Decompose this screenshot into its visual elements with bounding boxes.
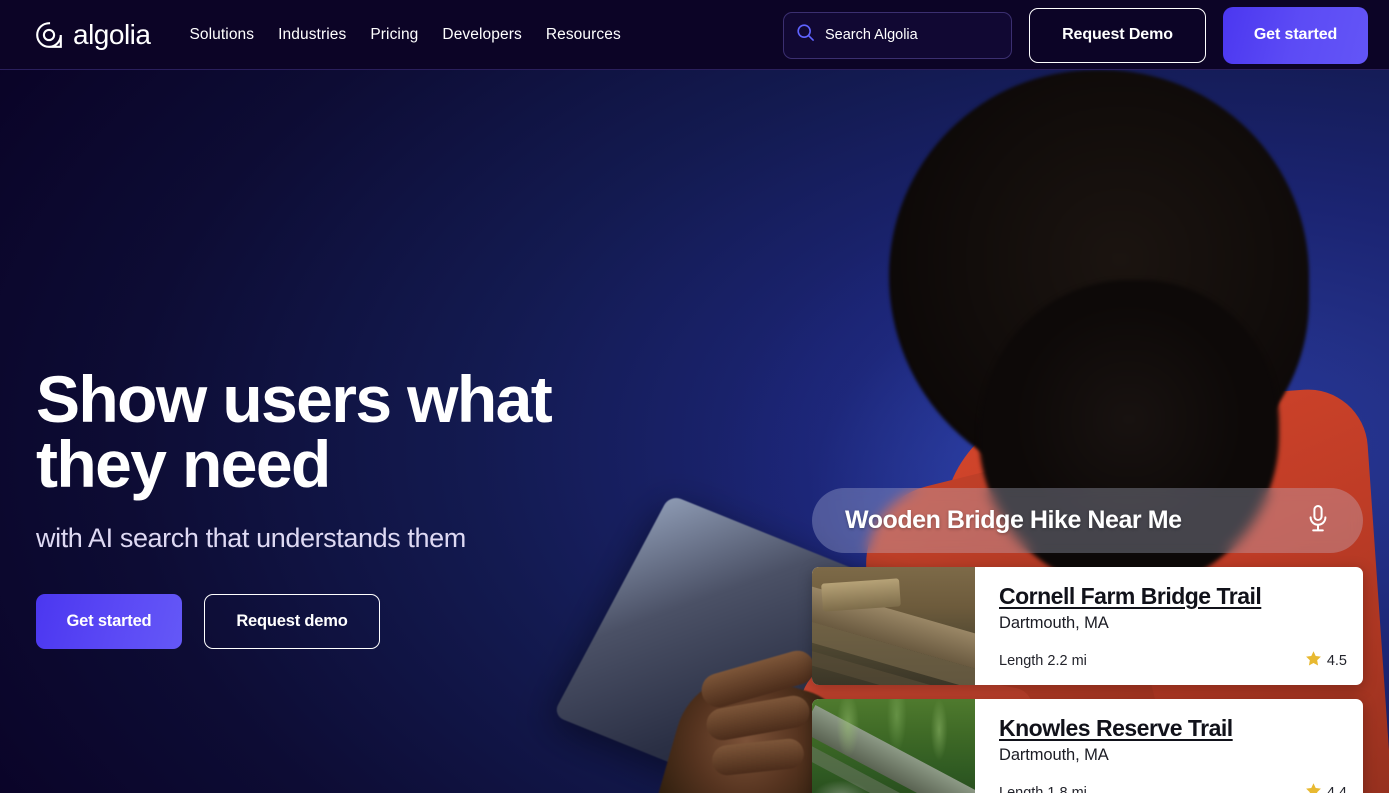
hero-headline: Show users what they need <box>36 362 553 502</box>
result-rating-value: 4.5 <box>1326 653 1347 669</box>
result-rating: 4.4 <box>1305 782 1347 793</box>
nav-item-solutions[interactable]: Solutions <box>189 27 254 43</box>
result-meta: Length 2.2 mi 4.5 <box>999 650 1347 672</box>
result-rating: 4.5 <box>1305 650 1347 672</box>
result-details: Knowles Reserve Trail Dartmouth, MA Leng… <box>975 699 1363 793</box>
star-icon <box>1305 782 1322 793</box>
result-title[interactable]: Knowles Reserve Trail <box>999 715 1233 742</box>
result-title[interactable]: Cornell Farm Bridge Trail <box>999 583 1262 610</box>
result-thumbnail <box>812 699 975 793</box>
site-header: algolia Solutions Industries Pricing Dev… <box>0 0 1389 70</box>
search-demo-widget: Wooden Bridge Hike Near Me Cornell Farm … <box>812 488 1363 793</box>
result-length: Length 2.2 mi <box>999 653 1087 669</box>
header-actions: Request Demo Get started <box>783 0 1389 70</box>
nav-item-industries[interactable]: Industries <box>278 27 346 43</box>
hero-section: Show users what they need with AI search… <box>0 70 1389 793</box>
result-thumbnail <box>812 567 975 685</box>
microphone-button[interactable] <box>1301 504 1335 538</box>
microphone-icon <box>1306 504 1330 537</box>
hero-cta-row: Get started Request demo <box>36 593 596 649</box>
primary-nav: Solutions Industries Pricing Developers … <box>189 27 620 43</box>
hero-copy: Show users what they need with AI search… <box>36 362 596 649</box>
result-location: Dartmouth, MA <box>999 746 1109 764</box>
search-result-card[interactable]: Cornell Farm Bridge Trail Dartmouth, MA … <box>812 567 1363 685</box>
result-details: Cornell Farm Bridge Trail Dartmouth, MA … <box>975 567 1363 685</box>
hero-subheadline: with AI search that understands them <box>36 522 466 553</box>
voice-search-bar[interactable]: Wooden Bridge Hike Near Me <box>812 488 1363 553</box>
search-result-card[interactable]: Knowles Reserve Trail Dartmouth, MA Leng… <box>812 699 1363 793</box>
header-get-started-button[interactable]: Get started <box>1223 6 1368 64</box>
nav-item-pricing[interactable]: Pricing <box>370 27 418 43</box>
algolia-logo-mark <box>34 20 64 50</box>
hero-request-demo-button[interactable]: Request demo <box>204 593 380 649</box>
result-rating-value: 4.4 <box>1326 785 1347 793</box>
result-meta: Length 1.8 mi 4.4 <box>999 782 1347 793</box>
hero-get-started-button[interactable]: Get started <box>36 593 182 649</box>
search-icon <box>796 23 815 47</box>
nav-item-developers[interactable]: Developers <box>442 27 521 43</box>
result-length: Length 1.8 mi <box>999 785 1087 793</box>
result-location: Dartmouth, MA <box>999 614 1109 632</box>
nav-item-resources[interactable]: Resources <box>546 27 621 43</box>
algolia-logo[interactable]: algolia <box>34 18 151 50</box>
header-search[interactable] <box>783 11 1012 59</box>
algolia-homepage: algolia Solutions Industries Pricing Dev… <box>0 0 1389 793</box>
header-request-demo-button[interactable]: Request Demo <box>1029 7 1206 63</box>
star-icon <box>1305 650 1322 672</box>
search-input[interactable] <box>825 27 995 43</box>
voice-search-query: Wooden Bridge Hike Near Me <box>845 506 1182 534</box>
algolia-wordmark: algolia <box>73 18 151 50</box>
